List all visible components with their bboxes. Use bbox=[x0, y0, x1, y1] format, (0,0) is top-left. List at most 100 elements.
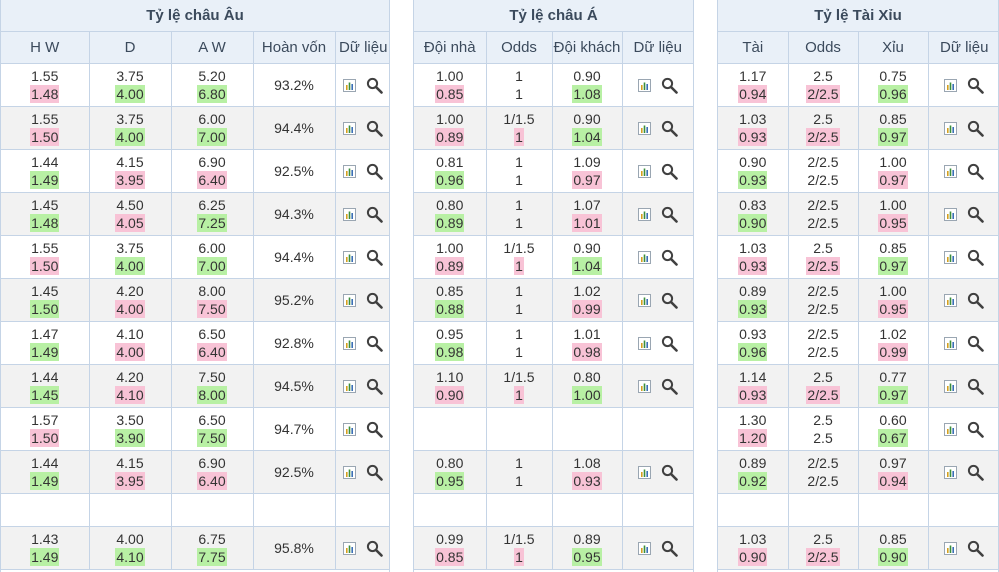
bar-chart-icon[interactable] bbox=[343, 78, 357, 92]
current-odds: 7.75 bbox=[197, 548, 227, 566]
bar-chart-icon[interactable] bbox=[637, 164, 651, 178]
empty-cell bbox=[622, 407, 693, 451]
bar-chart-icon[interactable] bbox=[343, 465, 357, 479]
bar-chart-icon[interactable] bbox=[343, 121, 357, 135]
search-icon[interactable] bbox=[366, 120, 384, 137]
bar-chart-icon[interactable] bbox=[637, 78, 651, 92]
search-icon[interactable] bbox=[661, 77, 678, 94]
bar-chart-icon[interactable] bbox=[343, 293, 357, 307]
bar-chart-icon[interactable] bbox=[944, 336, 958, 350]
odds-pair: 0.83 0.90 bbox=[718, 196, 788, 232]
opening-odds: 0.90 bbox=[573, 68, 601, 84]
bar-chart-icon[interactable] bbox=[637, 293, 651, 307]
search-icon[interactable] bbox=[661, 540, 678, 557]
bar-chart-icon[interactable] bbox=[343, 336, 357, 350]
bar-chart-icon[interactable] bbox=[343, 164, 357, 178]
bar-chart-icon[interactable] bbox=[637, 465, 651, 479]
current-odds: 0.99 bbox=[572, 300, 602, 318]
bar-chart-icon[interactable] bbox=[944, 541, 958, 555]
search-icon[interactable] bbox=[661, 206, 678, 223]
bar-chart-icon[interactable] bbox=[343, 541, 357, 555]
bar-chart-icon[interactable] bbox=[637, 541, 651, 555]
bar-chart-icon[interactable] bbox=[944, 121, 958, 135]
odds-pair: 0.90 1.08 bbox=[553, 67, 622, 103]
bar-chart-icon[interactable] bbox=[944, 207, 958, 221]
bar-chart-icon[interactable] bbox=[944, 465, 958, 479]
header-row: Đội nhà Odds Đội khách Dữ liệu bbox=[414, 32, 693, 64]
bar-chart-icon[interactable] bbox=[343, 422, 357, 436]
search-icon[interactable] bbox=[661, 249, 678, 266]
search-icon[interactable] bbox=[967, 292, 985, 309]
search-icon[interactable] bbox=[967, 77, 985, 94]
data-actions bbox=[929, 292, 999, 309]
odds-pair: 4.20 4.10 bbox=[90, 368, 171, 404]
bar-chart-icon[interactable] bbox=[637, 250, 651, 264]
search-icon[interactable] bbox=[661, 292, 678, 309]
odds-pair: 4.20 4.00 bbox=[90, 282, 171, 318]
bar-chart-icon[interactable] bbox=[944, 293, 958, 307]
odds-pair: 0.85 0.97 bbox=[859, 110, 928, 146]
opening-odds: 1/1.5 bbox=[503, 240, 535, 256]
search-icon[interactable] bbox=[366, 540, 384, 557]
opening-odds: 0.80 bbox=[573, 369, 601, 385]
search-icon[interactable] bbox=[366, 206, 384, 223]
bar-chart-icon[interactable] bbox=[944, 422, 958, 436]
search-icon[interactable] bbox=[366, 378, 384, 395]
odds-pair: 2.5 2/2.5 bbox=[789, 368, 858, 404]
opening-odds: 0.93 bbox=[739, 326, 767, 342]
search-icon[interactable] bbox=[366, 464, 384, 481]
opening-odds: 1 bbox=[515, 283, 523, 299]
odds-cell: 2.5 2/2.5 bbox=[788, 526, 859, 570]
bar-chart-icon[interactable] bbox=[637, 336, 651, 350]
search-icon[interactable] bbox=[967, 249, 985, 266]
data-cell bbox=[335, 364, 389, 408]
current-odds: 0.97 bbox=[878, 171, 908, 189]
odds-cell: 94.3% bbox=[253, 192, 336, 236]
search-icon[interactable] bbox=[661, 464, 678, 481]
bar-chart-icon[interactable] bbox=[637, 207, 651, 221]
bar-chart-icon[interactable] bbox=[944, 379, 958, 393]
bar-chart-icon[interactable] bbox=[343, 207, 357, 221]
odds-pair: 0.89 0.93 bbox=[718, 282, 788, 318]
bar-chart-icon[interactable] bbox=[944, 78, 958, 92]
search-icon[interactable] bbox=[967, 206, 985, 223]
search-icon[interactable] bbox=[366, 163, 384, 180]
search-icon[interactable] bbox=[967, 540, 985, 557]
search-icon[interactable] bbox=[366, 292, 384, 309]
table-row: 1.44 1.49 4.15 3.95 6.90 6.40 92.5% bbox=[1, 450, 389, 494]
search-icon[interactable] bbox=[366, 77, 384, 94]
table-row: 1.14 0.93 2.5 2/2.5 0.77 0.97 bbox=[718, 364, 998, 408]
search-icon[interactable] bbox=[366, 335, 384, 352]
column-header: Hoàn vốn bbox=[253, 32, 336, 64]
bar-chart-icon[interactable] bbox=[944, 250, 958, 264]
search-icon[interactable] bbox=[366, 421, 384, 438]
odds-pair: 1.03 0.93 bbox=[718, 239, 788, 275]
data-cell bbox=[928, 450, 998, 494]
current-odds: 1.01 bbox=[572, 214, 602, 232]
bar-chart-icon[interactable] bbox=[944, 164, 958, 178]
current-odds: 2/2.5 bbox=[807, 473, 839, 489]
odds-pair: 1.55 1.50 bbox=[1, 239, 89, 275]
bar-chart-icon[interactable] bbox=[637, 121, 651, 135]
search-icon[interactable] bbox=[366, 249, 384, 266]
data-actions bbox=[929, 540, 999, 557]
search-icon[interactable] bbox=[661, 120, 678, 137]
odds-pair: 1.55 1.48 bbox=[1, 67, 89, 103]
bar-chart-icon[interactable] bbox=[343, 250, 357, 264]
search-icon[interactable] bbox=[661, 335, 678, 352]
data-cell bbox=[928, 364, 998, 408]
search-icon[interactable] bbox=[967, 163, 985, 180]
opening-odds: 3.75 bbox=[116, 240, 144, 256]
bar-chart-icon[interactable] bbox=[637, 379, 651, 393]
search-icon[interactable] bbox=[967, 120, 985, 137]
opening-odds: 2.5 bbox=[813, 531, 833, 547]
payout-percentage: 94.5% bbox=[274, 378, 314, 394]
search-icon[interactable] bbox=[967, 421, 985, 438]
bar-chart-icon[interactable] bbox=[343, 379, 357, 393]
search-icon[interactable] bbox=[967, 378, 985, 395]
search-icon[interactable] bbox=[967, 464, 985, 481]
odds-cell: 0.90 1.04 bbox=[552, 235, 623, 279]
search-icon[interactable] bbox=[661, 163, 678, 180]
search-icon[interactable] bbox=[967, 335, 985, 352]
search-icon[interactable] bbox=[661, 378, 678, 395]
